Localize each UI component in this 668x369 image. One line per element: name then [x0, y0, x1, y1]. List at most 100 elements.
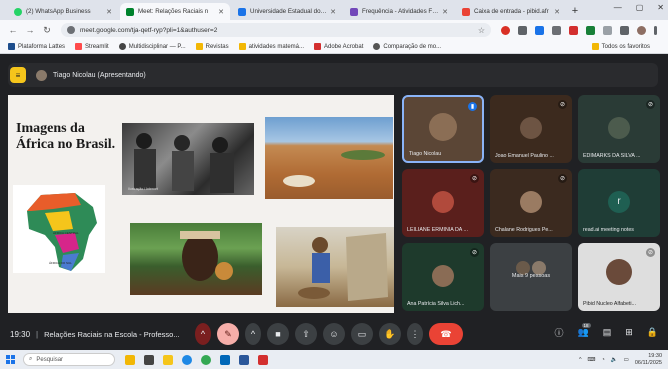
participant-tile[interactable]: ▮ Tiago Nicolau: [402, 95, 484, 163]
bookmark-streamlit[interactable]: Streamlit: [75, 43, 109, 50]
chat-icon[interactable]: ▤: [603, 327, 612, 338]
tray-clock[interactable]: 19:30 06/11/2025: [635, 353, 662, 367]
tray-date: 06/11/2025: [634, 359, 662, 366]
participant-tile[interactable]: r read.ai meeting notes: [578, 169, 660, 237]
captions-button[interactable]: ▭: [351, 323, 373, 345]
language-icon[interactable]: ⌨: [588, 357, 596, 363]
slide-photo-portrait: [130, 223, 262, 295]
taskview-icon[interactable]: [144, 354, 154, 365]
address-bar[interactable]: meet.google.com/tja-qetf-ryp?pli=1&authu…: [61, 23, 491, 37]
volume-icon[interactable]: 🔈: [611, 357, 618, 363]
more-participants-tile[interactable]: Mais 9 pessoas: [490, 243, 572, 311]
maximize-icon[interactable]: ▢: [636, 3, 644, 12]
presenter-avatar: [36, 69, 47, 81]
participant-tile[interactable]: ⊘ Chalane Rodrigues Pe...: [490, 169, 572, 237]
bookmark-multidisciplinar[interactable]: Multidisciplinar — P...: [118, 43, 186, 50]
extensions-bar: [501, 25, 657, 35]
star-icon[interactable]: ☆: [478, 26, 485, 35]
participant-tile[interactable]: ⊘ Joao Emanuel Paulino ...: [490, 95, 572, 163]
download-icon[interactable]: [620, 25, 629, 35]
camera-options-button[interactable]: ^: [245, 323, 261, 345]
extension-blue-icon[interactable]: [535, 25, 544, 35]
meet-header: ≡ Tiago Nicolau (Apresentando): [8, 63, 658, 87]
more-options-button[interactable]: ⋮: [407, 323, 423, 345]
bookmark-adobe[interactable]: Adobe Acrobat: [314, 43, 363, 50]
slide-caption: Ilustração / Internet: [128, 187, 158, 191]
bookmark-lattes[interactable]: Plataforma Lattes: [8, 43, 65, 50]
tab-universidade[interactable]: Universidade Estadual do Ce ✕: [232, 3, 342, 20]
participant-name: Ana Patrícia Silva Lich...: [407, 301, 465, 307]
mic-options-button[interactable]: ^: [195, 323, 211, 345]
chrome-icon[interactable]: [201, 354, 211, 365]
illustration-shapes: [298, 233, 388, 301]
tab-frequencia[interactable]: Frequência - Atividades Form ✕: [344, 3, 454, 20]
captions-icon: ▭: [357, 328, 367, 339]
extension-gray-icon[interactable]: [552, 25, 561, 35]
participant-name: Joao Emanuel Paulino ...: [495, 153, 554, 159]
participant-tile[interactable]: ⊘ EDIMARKS DA SILVA ...: [578, 95, 660, 163]
leave-call-button[interactable]: ☎: [429, 323, 463, 345]
reload-icon[interactable]: ↻: [40, 25, 54, 36]
camera-toggle-button[interactable]: ■: [267, 323, 289, 345]
raise-hand-button[interactable]: ✋: [379, 323, 401, 345]
host-controls-icon[interactable]: 🔒: [647, 327, 658, 338]
windows-taskbar: ⌕ Pesquisar ^ ⌨ ◔ 🔈 ▭ 19:30 06/11/2025: [0, 350, 668, 369]
meet-logo-icon[interactable]: ≡: [10, 67, 26, 83]
site-info-icon[interactable]: [67, 26, 75, 34]
bookmark-revistas[interactable]: Revistas: [195, 43, 229, 50]
participant-tile[interactable]: ⊘ Pibid Nucleo Alfabeti...: [578, 243, 660, 311]
forward-icon[interactable]: →: [23, 25, 37, 35]
chevron-up-icon[interactable]: ^: [579, 357, 582, 363]
separator: |: [36, 329, 39, 339]
presenter-chip[interactable]: Tiago Nicolau (Apresentando): [36, 69, 146, 81]
word-icon[interactable]: [239, 354, 249, 365]
participant-tile[interactable]: ⊘ LEILIANE ERMINIA DA ...: [402, 169, 484, 237]
close-icon[interactable]: ✕: [330, 8, 336, 16]
file-explorer-icon[interactable]: [163, 354, 173, 365]
globe-icon: [373, 43, 381, 50]
windows-start-icon[interactable]: [6, 355, 15, 364]
mic-toggle-button[interactable]: ✎: [217, 323, 239, 345]
edge-icon[interactable]: [182, 354, 192, 365]
wifi-icon[interactable]: ◔: [601, 357, 604, 363]
battery-icon[interactable]: ▭: [624, 357, 629, 363]
info-icon[interactable]: ⓘ: [554, 326, 563, 339]
present-button[interactable]: ⇧: [295, 323, 317, 345]
bookmark-comparacao[interactable]: Comparação de mo...: [373, 43, 441, 50]
meet-control-bar: 19:30 | Relações Raciais na Escola - Pro…: [0, 319, 668, 349]
extension-red-icon[interactable]: [501, 25, 510, 35]
store-icon[interactable]: [220, 354, 230, 365]
new-tab-button[interactable]: +: [568, 3, 582, 20]
bookmark-atividades[interactable]: atividades matemá...: [238, 43, 304, 50]
close-window-icon[interactable]: ✕: [657, 3, 664, 12]
menu-icon[interactable]: [654, 25, 657, 35]
extension-green-icon[interactable]: [586, 25, 595, 35]
taskbar-search[interactable]: ⌕ Pesquisar: [23, 353, 115, 366]
back-icon[interactable]: ←: [6, 25, 20, 35]
slide-photo-children: [122, 123, 254, 195]
extensions-puzzle-icon[interactable]: [603, 25, 612, 35]
map-label-central: ÁFRICA CENTRAL: [53, 231, 79, 235]
activities-icon[interactable]: ⊞: [625, 327, 633, 338]
folder-icon: [238, 43, 246, 50]
extension-pdf-icon[interactable]: [569, 25, 578, 35]
extension-shield-icon[interactable]: [518, 25, 527, 35]
tab-meet[interactable]: Meet: Relações Raciais n ✕: [120, 3, 230, 20]
participant-tile[interactable]: ⊘ Ana Patrícia Silva Lich...: [402, 243, 484, 311]
all-bookmarks[interactable]: Todos os favoritos: [591, 43, 650, 50]
acrobat-icon[interactable]: [258, 354, 268, 365]
lattes-icon: [8, 43, 15, 50]
people-button[interactable]: 18 👥: [577, 323, 591, 338]
tab-gmail[interactable]: Caixa de entrada - pibid.afr ✕: [456, 3, 566, 20]
widgets-icon[interactable]: [125, 354, 135, 365]
globe-icon: [118, 43, 126, 50]
people-icon: 👥: [577, 327, 589, 337]
tab-whatsapp[interactable]: (2) WhatsApp Business ✕: [8, 3, 118, 20]
close-icon[interactable]: ✕: [554, 8, 560, 16]
profile-avatar[interactable]: [637, 25, 646, 35]
close-icon[interactable]: ✕: [106, 8, 112, 16]
emoji-button[interactable]: ☺: [323, 323, 345, 345]
minimize-icon[interactable]: —: [614, 3, 622, 12]
close-icon[interactable]: ✕: [218, 8, 224, 16]
close-icon[interactable]: ✕: [442, 8, 448, 16]
